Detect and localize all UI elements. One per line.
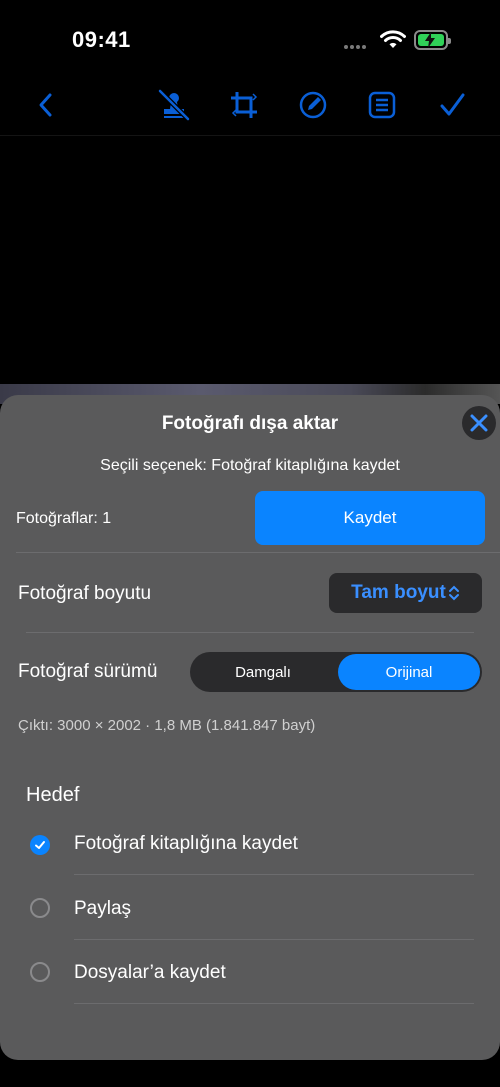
target-option-share[interactable]: Paylaş — [0, 877, 500, 941]
battery-icon — [414, 30, 451, 50]
wifi-icon — [380, 30, 406, 55]
photo-size-dropdown[interactable]: Tam boyut — [329, 573, 482, 613]
target-option-label: Paylaş — [74, 898, 132, 919]
photo-version-label: Fotoğraf sürümü — [18, 661, 158, 682]
divider — [74, 1003, 474, 1004]
target-option-photo-library[interactable]: Fotoğraf kitaplığına kaydet — [0, 813, 500, 877]
close-button[interactable] — [462, 406, 496, 440]
status-time: 09:41 — [72, 27, 131, 52]
target-option-files[interactable]: Dosyalar’a kaydet — [0, 941, 500, 1005]
save-button[interactable]: Kaydet — [255, 491, 485, 545]
cellular-signal-icon — [344, 43, 370, 49]
output-info: Çıktı: 3000 × 2002 · 1,8 MB (1.841.847 b… — [18, 717, 316, 734]
chevron-updown-icon — [448, 585, 459, 601]
photos-count: Fotoğraflar: 1 — [16, 510, 112, 527]
edit-icon[interactable] — [295, 87, 331, 123]
selected-option-text: Seçili seçenek: Fotoğraf kitaplığına kay… — [100, 457, 400, 474]
checkmark-circle-icon — [30, 835, 50, 855]
photo-size-value: Tam boyut — [351, 582, 446, 603]
photo-version-segmented-control[interactable]: Damgalı Orijinal — [190, 652, 482, 692]
sheet-title: Fotoğrafı dışa aktar — [161, 413, 339, 434]
radio-empty-icon — [30, 898, 50, 918]
status-bar: 09:41 — [0, 0, 500, 70]
close-icon — [470, 414, 488, 432]
segment-stamped[interactable]: Damgalı — [192, 654, 334, 690]
export-sheet: Fotoğrafı dışa aktar Seçili seçenek: Fot… — [0, 395, 500, 1060]
divider — [16, 552, 500, 553]
editor-toolbar — [0, 75, 500, 136]
no-stamp-icon[interactable] — [156, 87, 192, 123]
crop-icon[interactable] — [226, 87, 262, 123]
checkmark-icon[interactable] — [434, 87, 470, 123]
list-icon[interactable] — [364, 87, 400, 123]
divider — [74, 939, 474, 940]
target-option-label: Fotoğraf kitaplığına kaydet — [74, 833, 298, 854]
photo-size-label: Fotoğraf boyutu — [18, 583, 152, 604]
target-section-header: Hedef — [26, 784, 80, 806]
divider — [74, 874, 474, 875]
target-option-label: Dosyalar’a kaydet — [74, 962, 226, 983]
back-icon[interactable] — [28, 87, 64, 123]
radio-empty-icon — [30, 962, 50, 982]
segment-original[interactable]: Orijinal — [338, 654, 480, 690]
divider — [26, 632, 474, 633]
